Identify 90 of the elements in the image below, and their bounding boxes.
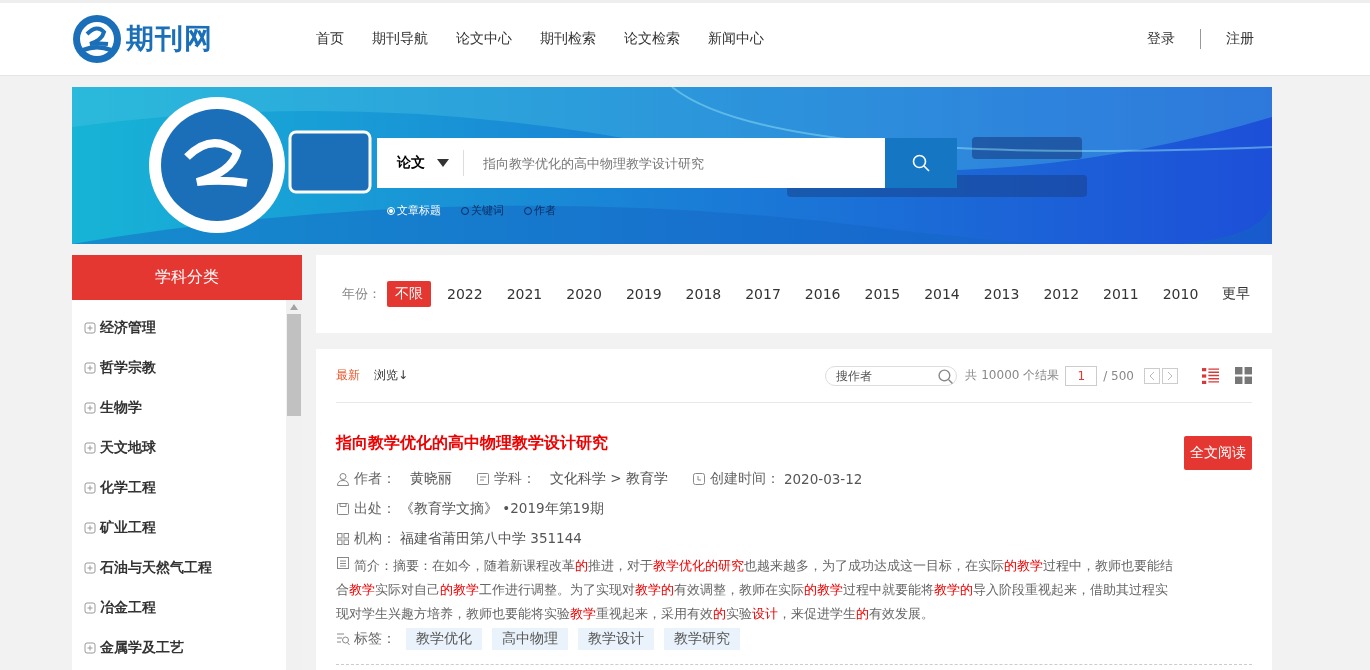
author-search-field[interactable]: 搜作者 xyxy=(825,365,958,386)
year-filter[interactable]: 2020 xyxy=(558,282,610,306)
category-item[interactable]: 化学工程 xyxy=(72,468,286,508)
person-icon xyxy=(336,472,350,486)
document-icon xyxy=(476,472,490,486)
category-item[interactable]: 天文地球 xyxy=(72,428,286,468)
list-icon xyxy=(336,556,350,570)
expand-icon xyxy=(84,362,96,374)
year-filter[interactable]: 2016 xyxy=(796,282,849,306)
expand-icon xyxy=(84,402,96,414)
nav-link[interactable]: 新闻中心 xyxy=(694,30,778,48)
nav-link[interactable]: 论文中心 xyxy=(442,30,526,48)
subject-path: 文化科学 > 教育学 xyxy=(550,470,668,488)
grid-icon xyxy=(336,532,350,546)
article-title[interactable]: 指向教学优化的高中物理教学设计研究 xyxy=(336,433,608,452)
next-page-icon xyxy=(1162,367,1178,384)
keyword-tag[interactable]: 教学优化 xyxy=(406,628,482,650)
search-type-dropdown[interactable]: 论文 xyxy=(377,138,463,188)
search-icon xyxy=(912,154,930,172)
logo-emblem xyxy=(72,14,122,64)
category-item[interactable]: 金属学及工艺 xyxy=(72,628,286,668)
nav-link[interactable]: 论文检索 xyxy=(610,30,694,48)
nav-link[interactable]: 期刊检索 xyxy=(526,30,610,48)
expand-icon xyxy=(84,442,96,454)
sidebar-title: 学科分类 xyxy=(72,255,302,300)
category-item[interactable]: 矿业工程 xyxy=(72,508,286,548)
source-text: 《教育学文摘》 •2019年第19期 xyxy=(400,500,604,518)
meta-label: 作者： xyxy=(354,470,396,488)
search-button[interactable] xyxy=(885,138,957,188)
list-view-icon[interactable] xyxy=(1202,367,1219,384)
meta-label: 学科： xyxy=(494,470,536,488)
year-filter[interactable]: 更早 xyxy=(1214,281,1259,307)
meta-label: 创建时间： xyxy=(709,470,780,488)
expand-icon xyxy=(84,482,96,494)
scroll-up-icon[interactable] xyxy=(290,304,298,310)
caret-icon xyxy=(437,159,449,167)
summary-text: 简介：摘要：在如今，随着新课程改革的推进，对于教学优化的研究也越来越多，为了成功达成这一目标，在实际的教学过程中，教师也要能结合教学实际对自己的教学工作进行调整。为了实现对教学的有效调整，教师在实际的教学过程中就要能将教学的导入阶段重视起来，借助其过程实现对学生兴趣方培养，教师也要能将实验教学重视起来，采用有效的实验设计，来促进学生的有效发展。 xyxy=(336,555,1175,623)
year-filter[interactable]: 2010 xyxy=(1154,282,1207,306)
previous-page-icon xyxy=(1144,367,1160,384)
expand-icon xyxy=(84,602,96,614)
register-link[interactable]: 注册 xyxy=(1226,30,1254,48)
scrollbar-thumb[interactable] xyxy=(287,314,301,416)
year-filter[interactable]: 2018 xyxy=(677,282,730,306)
meta-label: 出处： xyxy=(354,500,396,518)
year-filter[interactable]: 2011 xyxy=(1095,282,1147,306)
result-count: 共 10000 个结果 xyxy=(965,367,1060,384)
expand-icon xyxy=(84,522,96,534)
category-item[interactable]: 冶金工程 xyxy=(72,588,286,628)
year-label: 年份： xyxy=(342,285,381,303)
page-total: / 500 xyxy=(1103,368,1134,383)
expand-icon xyxy=(84,322,96,334)
category-item[interactable]: 哲学宗教 xyxy=(72,348,286,388)
search-option[interactable]: 文章标题 xyxy=(387,203,441,218)
expand-icon xyxy=(84,562,96,574)
year-filter[interactable]: 2012 xyxy=(1035,282,1088,306)
year-filter[interactable]: 2021 xyxy=(498,282,551,306)
created-date: 2020-03-12 xyxy=(783,471,863,487)
read-full-text-button[interactable]: 全文阅读 xyxy=(1184,436,1252,470)
author-name: 黄晓丽 xyxy=(410,470,452,488)
nav-link[interactable]: 首页 xyxy=(302,30,358,48)
page-input[interactable]: 1 xyxy=(1065,365,1098,386)
login-link[interactable]: 登录 xyxy=(1147,30,1175,48)
meta-label: 标签： xyxy=(354,630,396,648)
clock-icon xyxy=(691,472,706,486)
tag-search-icon xyxy=(336,632,350,646)
category-item[interactable]: 经济管理 xyxy=(72,308,286,348)
grid-view-icon[interactable] xyxy=(1235,367,1252,384)
year-filter[interactable]: 2015 xyxy=(856,282,909,306)
nav-link[interactable]: 期刊导航 xyxy=(358,30,442,48)
scrollbar-track[interactable] xyxy=(286,300,302,670)
expand-icon xyxy=(84,642,96,654)
search-field[interactable]: 指向教学优化的高中物理教学设计研究 xyxy=(463,138,885,188)
logo-text: 期刊网 xyxy=(126,21,213,57)
year-filter[interactable]: 2019 xyxy=(617,282,670,306)
year-filter[interactable]: 不限 xyxy=(387,281,431,307)
keyword-tag[interactable]: 高中物理 xyxy=(492,628,568,650)
keyword-tag[interactable]: 教学设计 xyxy=(578,628,654,650)
category-item[interactable]: 石油与天然气工程 xyxy=(72,548,286,588)
search-icon xyxy=(938,368,954,384)
save-icon xyxy=(336,502,350,516)
year-filter[interactable]: 2014 xyxy=(916,282,968,306)
year-filter[interactable]: 2013 xyxy=(975,282,1028,306)
year-filter[interactable]: 2017 xyxy=(737,282,789,306)
institution-text: 福建省莆田第八中学 351144 xyxy=(400,530,582,548)
meta-label: 机构： xyxy=(354,530,396,548)
sort-option[interactable]: 浏览↓ xyxy=(374,367,409,384)
year-filter[interactable]: 2022 xyxy=(439,282,491,306)
category-item[interactable]: 生物学 xyxy=(72,388,286,428)
sort-option[interactable]: 最新 xyxy=(336,367,360,384)
keyword-tag[interactable]: 教学研究 xyxy=(664,628,740,650)
